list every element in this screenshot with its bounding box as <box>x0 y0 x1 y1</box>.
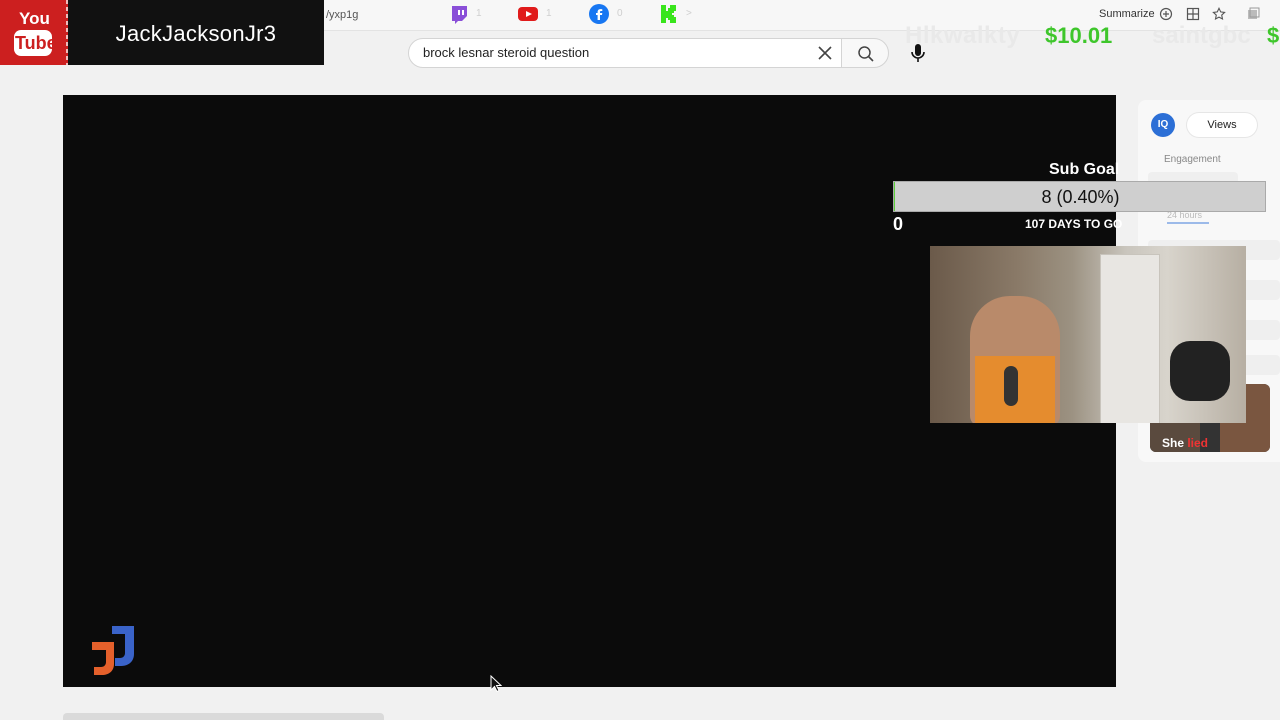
donation-amount: $10.01 <box>1045 23 1113 48</box>
search-icon <box>858 46 874 62</box>
extensions-grid-icon[interactable] <box>1186 7 1200 21</box>
donor-name: saintgbc <box>1152 22 1251 49</box>
tab-underline <box>1167 222 1209 224</box>
search-button[interactable] <box>841 38 889 68</box>
thumbnail-caption-prefix: She <box>1162 436 1188 450</box>
donor-name: Hlkwalkty <box>905 22 1021 49</box>
webcam-backpack <box>1170 341 1230 401</box>
close-icon[interactable] <box>813 41 837 65</box>
tab-views[interactable]: Views <box>1187 113 1257 137</box>
sub-goal-label: Sub Goal <box>1049 161 1120 178</box>
channel-name: JackJacksonJr3 <box>115 21 277 46</box>
thumbnail-caption: She lied <box>1162 436 1208 450</box>
engagement-label: Engagement <box>1164 154 1221 165</box>
search-input[interactable]: brock lesnar steroid question <box>408 38 842 68</box>
channel-logo-icon <box>92 626 134 675</box>
youtube-count: 1 <box>546 8 552 19</box>
summarize-button[interactable]: Summarize <box>1099 8 1155 20</box>
sub-goal-progress-bar: 8 (0.40%) <box>893 181 1266 212</box>
youtube-logo: You Tube <box>0 0 68 65</box>
kick-count: > <box>686 8 692 19</box>
youtube-icon[interactable] <box>518 4 538 24</box>
youtube-logo-you: You <box>19 9 50 28</box>
ai-sparkle-icon[interactable] <box>1159 7 1173 21</box>
kick-icon[interactable] <box>659 4 679 24</box>
twitch-count: 1 <box>476 8 482 19</box>
facebook-icon[interactable] <box>589 4 609 24</box>
facebook-count: 0 <box>617 8 623 19</box>
sub-goal-days-remaining: 107 DAYS TO GO <box>1025 217 1123 231</box>
webcam-microphone <box>1004 366 1018 406</box>
iq-badge[interactable]: IQ <box>1151 113 1175 137</box>
youtube-logo-tube: Tube <box>15 33 57 53</box>
webcam-feed <box>930 246 1246 423</box>
bookmark-star-icon[interactable] <box>1212 7 1226 21</box>
twitch-icon[interactable] <box>449 4 469 24</box>
sub-goal-value: 8 (0.40%) <box>1041 187 1120 207</box>
sub-goal-min: 0 <box>893 214 904 234</box>
url-fragment[interactable]: /yxp1g <box>326 9 358 21</box>
mouse-cursor-icon <box>490 675 502 693</box>
channel-name-box: JackJacksonJr3 <box>68 0 324 65</box>
window-icon[interactable] <box>1246 7 1260 21</box>
scroll-progress-track[interactable] <box>63 713 384 720</box>
donation-amount: $ <box>1267 23 1280 48</box>
thumbnail-caption-highlight: lied <box>1187 436 1209 450</box>
webcam-door <box>1100 254 1160 423</box>
